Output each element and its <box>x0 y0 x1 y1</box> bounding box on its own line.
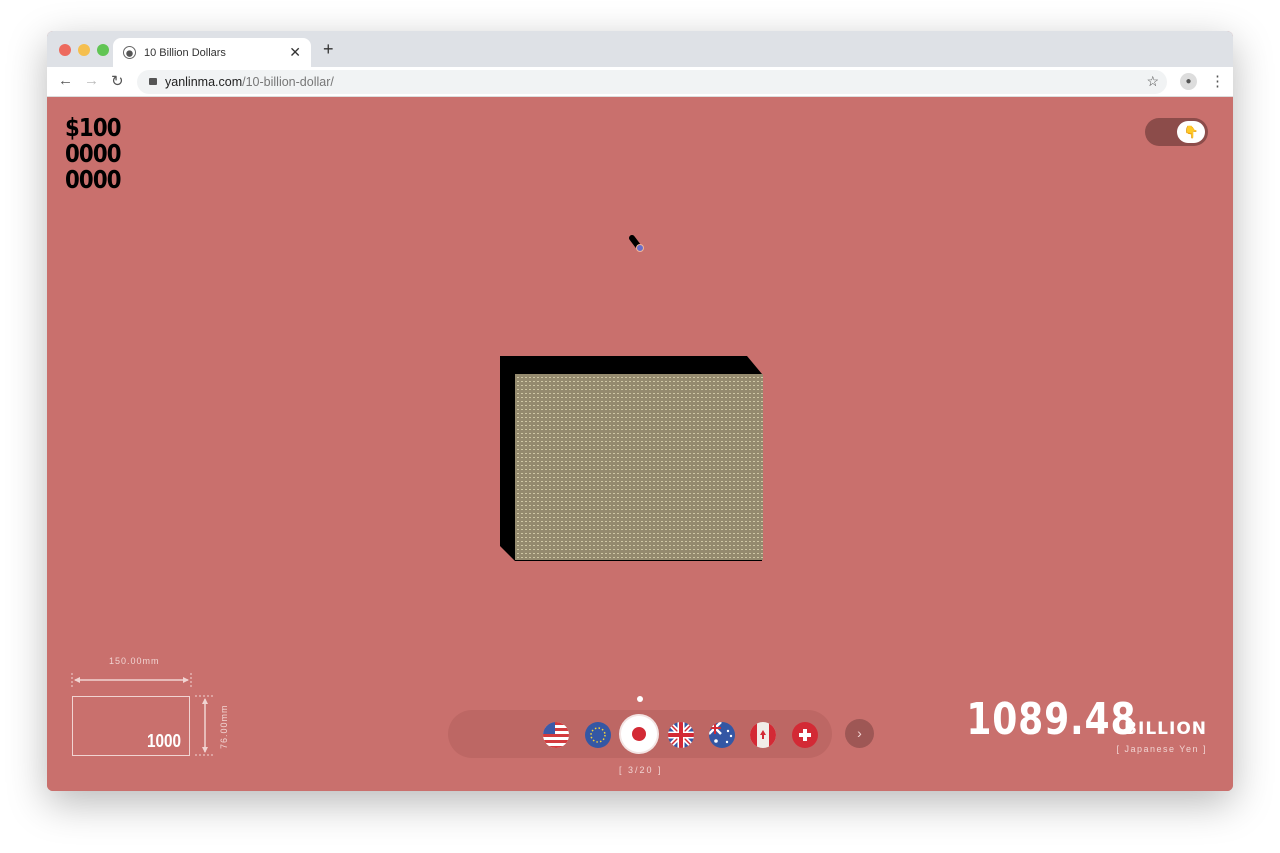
uk-flag-button[interactable] <box>668 722 694 748</box>
page-counter: [ 3/20 ] <box>619 765 663 775</box>
maximize-window-button[interactable] <box>97 44 109 56</box>
total-amount: 1089.48 BILLION <box>929 694 1207 745</box>
us-flag-button[interactable] <box>543 722 569 748</box>
tab-bar: 10 Billion Dollars ✕ + <box>47 31 1233 67</box>
forward-icon[interactable]: → <box>84 72 99 89</box>
headline-line: 0000 <box>65 139 122 168</box>
note-height-label: 76.00mm <box>219 704 229 749</box>
tab-title: 10 Billion Dollars <box>144 46 226 59</box>
page-content: $100 0000 0000 👇 150.00mm 1000 76.00mm ›… <box>47 97 1233 791</box>
australia-flag-button[interactable] <box>709 722 735 748</box>
person-figure-icon <box>629 235 644 252</box>
close-tab-icon[interactable]: ✕ <box>289 44 301 61</box>
menu-dots-icon[interactable]: ⋮ <box>1210 72 1225 90</box>
url-host: yanlinma.com <box>165 75 243 89</box>
width-arrow <box>71 673 192 687</box>
currency-selector <box>448 710 832 758</box>
switzerland-flag-button[interactable] <box>792 722 818 748</box>
headline-line: 0000 <box>65 165 122 194</box>
note-denomination: 1000 <box>146 731 181 751</box>
browser-toolbar: ← → ↻ yanlinma.com/10-billion-dollar/ ☆ … <box>47 67 1233 97</box>
profile-avatar-icon[interactable]: ● <box>1180 73 1197 90</box>
canada-flag-button[interactable] <box>750 722 776 748</box>
bookmark-star-icon[interactable]: ☆ <box>1146 73 1159 90</box>
height-arrow <box>195 695 215 756</box>
eu-flag-button[interactable] <box>585 722 611 748</box>
view-toggle[interactable]: 👇 <box>1145 118 1208 146</box>
browser-window: 10 Billion Dollars ✕ + ← → ↻ yanlinma.co… <box>47 31 1233 791</box>
reload-icon[interactable]: ↻ <box>111 72 124 90</box>
favicon-icon <box>123 46 136 59</box>
close-window-button[interactable] <box>59 44 71 56</box>
lock-icon <box>149 78 157 85</box>
headline-line: $100 <box>65 113 122 142</box>
total-value: 1089.48 <box>965 694 1137 745</box>
position-indicator-dot <box>637 696 643 702</box>
tab-active[interactable]: 10 Billion Dollars ✕ <box>113 38 311 67</box>
money-stack <box>500 356 763 561</box>
url-path: /10-billion-dollar/ <box>242 75 334 89</box>
back-icon[interactable]: ← <box>58 72 73 89</box>
japan-flag-button[interactable] <box>621 716 657 752</box>
headline: $100 0000 0000 <box>65 113 122 194</box>
pointing-hand-icon: 👇 <box>1177 121 1205 143</box>
total-unit: BILLION <box>1124 719 1207 739</box>
currency-name: [ Japanese Yen ] <box>1116 744 1207 754</box>
banknote-outline: 1000 <box>72 696 190 756</box>
note-width-label: 150.00mm <box>109 656 160 666</box>
address-bar[interactable]: yanlinma.com/10-billion-dollar/ ☆ <box>137 70 1167 94</box>
new-tab-button[interactable]: + <box>323 39 334 60</box>
next-currency-button[interactable]: › <box>845 719 874 748</box>
minimize-window-button[interactable] <box>78 44 90 56</box>
